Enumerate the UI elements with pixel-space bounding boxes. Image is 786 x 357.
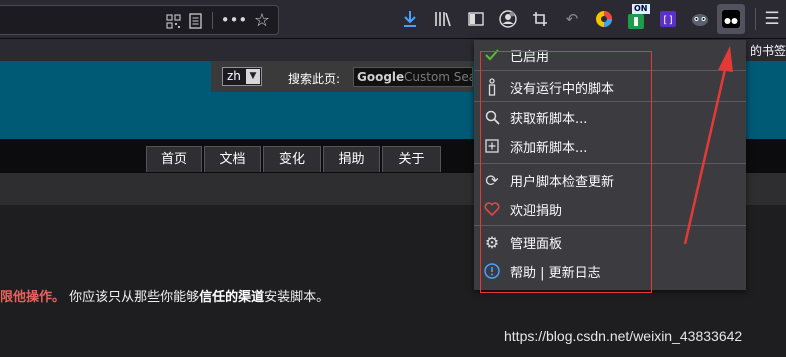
- bookmark-star-icon[interactable]: ☆: [252, 10, 272, 31]
- download-icon[interactable]: [400, 9, 420, 29]
- crop-icon[interactable]: [530, 9, 550, 29]
- tab-home[interactable]: 首页: [146, 146, 202, 172]
- tab-donate[interactable]: 捐助: [323, 146, 380, 172]
- warning-text: 你应该只从那些你能够: [65, 290, 200, 305]
- chevron-down-icon: ▼: [246, 69, 260, 84]
- warning-red-text: 限他操作。: [0, 290, 66, 305]
- qr-code-icon[interactable]: [163, 11, 183, 31]
- sidebar-icon[interactable]: [466, 9, 486, 29]
- alien-icon[interactable]: [690, 9, 710, 29]
- menu-item-dashboard[interactable]: ⚙ 管理面板: [474, 228, 746, 256]
- library-icon[interactable]: [433, 9, 453, 29]
- warning-text-end: 安装脚本。: [264, 290, 330, 305]
- browser-toolbar: ••• ☆ ↶ ON [] ☰: [0, 0, 786, 39]
- account-icon[interactable]: [498, 9, 518, 29]
- menu-label: 获取新脚本...: [510, 111, 588, 127]
- language-value: zh: [227, 69, 241, 83]
- menu-item-donate[interactable]: 欢迎捐助: [474, 195, 746, 223]
- menu-item-get-scripts[interactable]: 获取新脚本...: [474, 103, 746, 131]
- menu-item-no-scripts[interactable]: 没有运行中的脚本: [474, 73, 746, 101]
- menu-item-enabled[interactable]: 已启用: [474, 41, 746, 69]
- menu-label: 没有运行中的脚本: [510, 81, 615, 97]
- url-bar[interactable]: ••• ☆: [0, 5, 279, 35]
- warning-bold-text: 信任的渠道: [199, 290, 265, 305]
- menu-item-check-updates[interactable]: ⟳ 用户脚本检查更新: [474, 166, 746, 194]
- undo-icon[interactable]: ↶: [562, 9, 582, 29]
- extension-bracket-icon[interactable]: []: [658, 9, 678, 29]
- tab-docs[interactable]: 文档: [204, 146, 261, 172]
- search-placeholder: Custom Search: [404, 70, 472, 84]
- menu-item-add-script[interactable]: 添加新脚本...: [474, 132, 746, 160]
- checkmark-icon: [483, 46, 501, 64]
- color-wheel-icon[interactable]: [594, 9, 614, 29]
- add-square-icon: [483, 137, 501, 155]
- watermark: https://blog.csdn.net/weixin_43833642: [504, 328, 743, 344]
- google-search-input[interactable]: Google Custom Search: [353, 67, 473, 87]
- hamburger-menu-icon[interactable]: ☰: [762, 9, 782, 29]
- google-logo: Google: [357, 70, 405, 84]
- help-circle-icon: [483, 262, 501, 280]
- language-select[interactable]: zh ▼: [222, 67, 262, 86]
- svg-text:[]: []: [662, 15, 674, 26]
- tampermonkey-button[interactable]: [717, 4, 745, 34]
- menu-label: 用户脚本检查更新: [510, 174, 615, 190]
- menu-label: 帮助 | 更新日志: [510, 265, 601, 281]
- menu-label: 管理面板: [510, 236, 563, 252]
- refresh-icon: ⟳: [485, 170, 499, 190]
- reader-view-icon[interactable]: [185, 11, 205, 31]
- menu-label: 已启用: [510, 49, 550, 65]
- search-icon: [483, 108, 501, 126]
- menu-label: 欢迎捐助: [510, 203, 563, 219]
- menu-item-help[interactable]: 帮助 | 更新日志: [474, 257, 746, 285]
- search-page-label: 搜索此页:: [288, 72, 341, 86]
- tab-about[interactable]: 关于: [382, 146, 441, 172]
- more-options-icon[interactable]: •••: [221, 10, 248, 30]
- heart-icon: [483, 200, 501, 218]
- menu-label: 添加新脚本...: [510, 140, 588, 156]
- install-warning: 限他操作。 你应该只从那些你能够信任的渠道安装脚本。: [0, 286, 329, 305]
- other-bookmarks[interactable]: 的书签: [750, 42, 786, 59]
- tampermonkey-icon: [722, 10, 740, 32]
- tab-changes[interactable]: 变化: [263, 146, 321, 172]
- info-icon: [483, 78, 501, 96]
- settings-gear-icon: ⚙: [484, 232, 500, 252]
- extension-badge: ON: [632, 4, 650, 14]
